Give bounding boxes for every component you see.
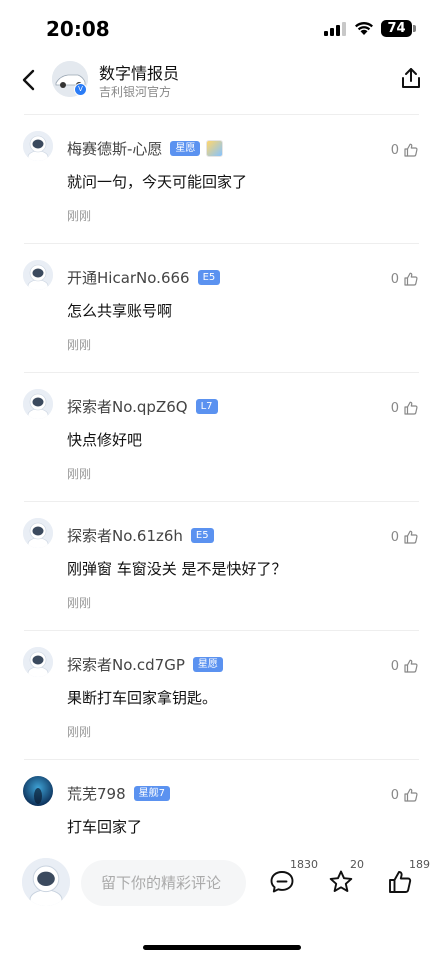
level-badge: E5 (190, 527, 214, 543)
comment-author[interactable]: 探索者No.cd7GP (67, 654, 185, 675)
comment-time: 刚刚 (67, 209, 92, 223)
comment-time: 刚刚 (67, 338, 92, 352)
thumbs-up-icon (404, 143, 418, 157)
comment-text: 就问一句，今天可能回家了 (67, 173, 248, 191)
level-badge: 星愿 (192, 656, 223, 672)
comment-like-button[interactable]: 0 (391, 400, 419, 416)
comment-item[interactable]: 开通HicarNo.666 E5 怎么共享账号啊刚刚 0 (0, 243, 443, 372)
astronaut-avatar-icon (22, 858, 70, 906)
my-avatar[interactable] (22, 858, 70, 906)
astronaut-avatar-icon (23, 260, 53, 290)
thumbs-up-icon (404, 401, 418, 415)
comment-author-row: 探索者No.61z6h E5 (67, 525, 214, 545)
like-count: 189 (409, 858, 430, 871)
comment-item[interactable]: 梅赛德斯-心愿 星愿就问一句，今天可能回家了刚刚 0 (0, 114, 443, 243)
comment-like-button[interactable]: 0 (391, 142, 419, 158)
comment-like-button[interactable]: 0 (391, 787, 419, 803)
comment-input[interactable]: 留下你的精彩评论 (81, 860, 246, 906)
header: V 数字情报员 吉利银河官方 (0, 58, 443, 114)
level-badge: L7 (195, 398, 218, 414)
favorite-icon[interactable] (327, 868, 355, 896)
favorite-count: 20 (350, 858, 364, 871)
comment-count: 1830 (290, 858, 318, 871)
medal-icon (206, 139, 224, 157)
like-icon[interactable] (386, 868, 414, 896)
comment-like-button[interactable]: 0 (391, 529, 419, 545)
comment-like-count: 0 (390, 529, 399, 545)
comment-author[interactable]: 开通HicarNo.666 (67, 267, 190, 288)
divider (24, 243, 419, 244)
verified-badge-icon: V (74, 83, 87, 96)
divider (24, 759, 419, 760)
divider (24, 630, 419, 631)
comment-text: 快点修好吧 (67, 431, 143, 449)
comment-avatar[interactable] (23, 776, 53, 806)
user-photo-avatar-icon (23, 776, 53, 806)
comment-text: 果断打车回家拿钥匙。 (67, 689, 218, 707)
thumbs-up-icon (404, 272, 418, 286)
share-icon[interactable] (399, 66, 423, 90)
wifi-icon (355, 21, 373, 35)
comment-text: 刚弹窗 车窗没关 是不是快好了？ (67, 560, 287, 578)
comment-author-row: 探索者No.cd7GP 星愿 (67, 654, 223, 674)
level-badge: E5 (197, 269, 221, 285)
astronaut-avatar-icon (23, 518, 53, 548)
comment-avatar[interactable] (23, 260, 53, 290)
thumbs-up-icon (404, 530, 418, 544)
comment-item[interactable]: 探索者No.qpZ6Q L7 快点修好吧刚刚 0 (0, 372, 443, 501)
level-badge: 星舰7 (133, 785, 171, 801)
comment-author[interactable]: 探索者No.qpZ6Q (67, 396, 188, 417)
battery-tip (413, 25, 416, 32)
comment-author-row: 梅赛德斯-心愿 星愿 (67, 138, 224, 159)
comment-item[interactable]: 探索者No.cd7GP 星愿果断打车回家拿钥匙。刚刚 0 (0, 630, 443, 759)
comment-author[interactable]: 荒芜798 (67, 783, 126, 804)
divider (24, 501, 419, 502)
bottom-bar: 留下你的精彩评论 1830 20 189 (0, 850, 443, 920)
comment-avatar[interactable] (23, 131, 53, 161)
comment-like-button[interactable]: 0 (391, 271, 419, 287)
comment-avatar[interactable] (23, 389, 53, 419)
astronaut-avatar-icon (23, 131, 53, 161)
comment-time: 刚刚 (67, 725, 92, 739)
comment-author-row: 开通HicarNo.666 E5 (67, 267, 221, 288)
home-indicator (143, 945, 301, 950)
level-badge: 星愿 (170, 140, 201, 156)
back-button[interactable] (16, 66, 44, 94)
comment-like-count: 0 (390, 271, 399, 287)
status-bar: 20:08 74 (0, 0, 443, 58)
comment-author[interactable]: 探索者No.61z6h (67, 525, 183, 546)
thumbs-up-icon (404, 788, 418, 802)
comment-author[interactable]: 梅赛德斯-心愿 (67, 138, 162, 159)
divider (24, 114, 419, 115)
divider (24, 372, 419, 373)
comment-avatar[interactable] (23, 518, 53, 548)
page-title: 数字情报员 (99, 64, 180, 83)
comment-item[interactable]: 探索者No.61z6h E5 刚弹窗 车窗没关 是不是快好了？ 刚刚 0 (0, 501, 443, 630)
thumbs-up-icon (404, 659, 418, 673)
comment-time: 刚刚 (67, 596, 92, 610)
comment-author-row: 荒芜798 星舰7 (67, 783, 171, 804)
comment-author-row: 探索者No.qpZ6Q L7 (67, 396, 218, 416)
comment-time: 刚刚 (67, 467, 92, 481)
comment-text: 怎么共享账号啊 (67, 302, 173, 320)
comment-avatar[interactable] (23, 647, 53, 677)
astronaut-avatar-icon (23, 647, 53, 677)
astronaut-avatar-icon (23, 389, 53, 419)
comment-list: 梅赛德斯-心愿 星愿 就问一句，今天可能回家了 刚刚 0 开通HicarNo.666 E5 怎… (0, 114, 443, 888)
status-time: 20:08 (46, 17, 110, 41)
battery-icon: 74 (381, 20, 412, 37)
comment-icon[interactable] (268, 868, 296, 896)
comment-like-button[interactable]: 0 (391, 658, 419, 674)
cellular-signal-icon (324, 22, 346, 36)
comment-like-count: 0 (390, 658, 399, 674)
page-subtitle: 吉利银河官方 (99, 85, 172, 99)
comment-like-count: 0 (390, 787, 399, 803)
comment-text: 打车回家了 (67, 818, 143, 836)
comment-like-count: 0 (390, 142, 399, 158)
comment-like-count: 0 (390, 400, 399, 416)
